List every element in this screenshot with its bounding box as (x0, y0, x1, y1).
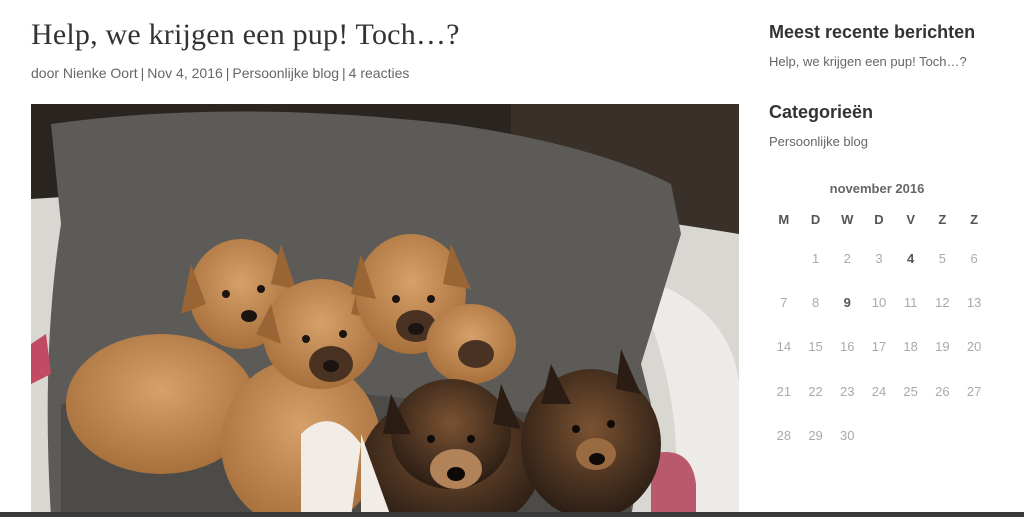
calendar-day: 5 (938, 250, 946, 266)
recent-post-link[interactable]: Help, we krijgen een pup! Toch…? (769, 54, 967, 69)
footer-divider (0, 512, 1024, 517)
calendar-day: 8 (811, 294, 820, 310)
calendar-day: 18 (903, 339, 918, 355)
calendar-day: 27 (966, 383, 982, 399)
calendar-weekday: Z (938, 211, 947, 227)
featured-image (31, 104, 739, 517)
post-date: Nov 4, 2016 (147, 65, 223, 81)
calendar-day: 21 (776, 383, 792, 399)
calendar-weekday: D (810, 211, 821, 227)
calendar-weekday: D (874, 211, 884, 227)
calendar-day: 16 (840, 339, 855, 355)
calendar-day: 22 (808, 383, 823, 399)
calendar-day: 12 (935, 294, 950, 310)
calendar-weekday: Z (970, 211, 979, 227)
category-item[interactable]: Persoonlijke blog (769, 134, 868, 149)
calendar-day: 7 (780, 294, 788, 310)
recent-posts-title: Meest recente berichten (769, 22, 976, 42)
meta-separator: | (140, 65, 145, 81)
calendar-day: 25 (903, 383, 918, 399)
category-link[interactable]: Persoonlijke blog (232, 65, 339, 81)
calendar-day-link[interactable]: 9 (831, 280, 863, 324)
calendar-day: 2 (843, 250, 851, 266)
calendar-day: 20 (966, 339, 982, 355)
calendar-day-link[interactable]: 4 (895, 236, 927, 280)
post-meta: door Nienke Oort | Nov 4, 2016 | Persoonlijk… (31, 65, 409, 81)
author-link[interactable]: Nienke Oort (63, 65, 138, 81)
meta-separator: | (342, 65, 346, 81)
calendar-day: 1 (811, 250, 820, 266)
calendar-weekday: M (778, 211, 790, 227)
calendar-day: 24 (871, 383, 887, 399)
calendar-empty-cell (863, 413, 895, 457)
categories-title: Categorieën (769, 102, 874, 122)
calendar-day: 30 (840, 427, 855, 443)
calendar-day: 23 (840, 383, 855, 399)
calendar-empty-cell (895, 413, 927, 457)
calendar-day: 17 (871, 339, 887, 355)
calendar-week: 7 8 9 10 11 12 13 (768, 280, 990, 324)
post-title: Help, we krijgen een pup! Toch…? (31, 18, 460, 51)
calendar-weekday: V (906, 211, 915, 227)
calendar-week: 1 2 345 6 (768, 236, 990, 280)
comments-link[interactable]: 4 reacties (349, 65, 410, 81)
calendar-week: 28 29 30 (768, 413, 990, 457)
calendar-day: 14 (776, 339, 792, 355)
meta-prefix: door (31, 65, 60, 81)
calendar-widget: november 2016 MDWDVZZ 1 2 3 4 5 6 7 8 9 10 11 12 13 1… (768, 180, 990, 457)
calendar-day: 11 (903, 294, 918, 310)
calendar-caption: november 2016 (829, 181, 925, 196)
calendar-day: 10 (871, 294, 887, 310)
puppies-photo (31, 104, 739, 517)
calendar-day: 6 (970, 250, 978, 266)
meta-separator: | (225, 65, 230, 81)
calendar-day: 15 (808, 339, 823, 355)
calendar-day: 26 (935, 383, 950, 399)
calendar-table: MDWDVZZ 1 2 3 4 5 6 7 8 9 10 11 12 13 14 15 16 17 18 19 20 2… (768, 210, 990, 457)
calendar-day: 28 (776, 427, 792, 443)
calendar-day: 19 (935, 339, 950, 355)
calendar-empty-cell (927, 413, 959, 457)
calendar-weekday: W (841, 211, 854, 227)
calendar-day: 3 (875, 250, 883, 266)
calendar-week: 21 22 23 24 25 26 27 (768, 369, 990, 413)
calendar-day: 13 (966, 294, 982, 310)
calendar-empty-cell (768, 236, 800, 280)
calendar-day: 29 (808, 427, 823, 443)
calendar-empty-cell (958, 413, 990, 457)
calendar-week: 14 15 16 17 18 19 20 (768, 325, 990, 369)
